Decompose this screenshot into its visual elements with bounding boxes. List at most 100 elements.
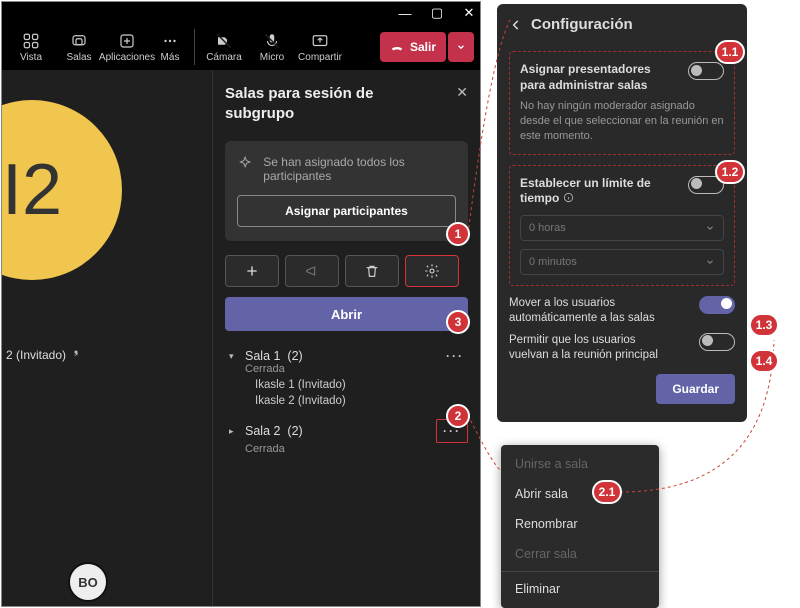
meeting-toolbar: Vista Salas Aplicaciones Más Cámara Micr…	[2, 24, 480, 70]
self-avatar[interactable]: BO	[68, 562, 108, 602]
mic-button[interactable]: Micro	[249, 25, 295, 69]
share-label: Compartir	[298, 52, 342, 63]
settings-header: Configuración	[509, 16, 735, 33]
panel-title: Salas para sesión de subgrupo	[225, 84, 425, 123]
participant-avatar: I2	[2, 100, 122, 280]
avatar-initials: I2	[2, 149, 62, 231]
close-window-button[interactable]: ✕	[460, 4, 478, 22]
room-more-button[interactable]: ···	[446, 349, 468, 363]
teams-window: — ▢ ✕ Vista Salas Aplicaciones Más Cámar…	[1, 1, 481, 607]
presenters-description: No hay ningún moderador asignado desde e…	[520, 99, 724, 144]
rooms-icon	[70, 32, 88, 50]
leave-group: Salir	[380, 32, 474, 62]
presenters-section: Asignar presentadores para administrar s…	[509, 51, 735, 155]
ctx-delete-room[interactable]: Eliminar	[501, 574, 659, 604]
callout-1-3: 1.3	[749, 313, 779, 337]
mic-label: Micro	[260, 52, 284, 63]
meeting-stage: I2 2 (Invitado) BO	[2, 70, 212, 606]
auto-move-label: Mover a los usuarios automáticamente a l…	[509, 296, 669, 327]
hangup-icon	[390, 40, 404, 54]
chevron-down-icon	[705, 223, 715, 233]
callout-1: 1	[446, 222, 470, 246]
more-label: Más	[161, 52, 180, 63]
view-button[interactable]: Vista	[8, 25, 54, 69]
share-button[interactable]: Compartir	[297, 25, 343, 69]
time-limit-label: Establecer un límite de tiempo	[520, 176, 670, 207]
self-avatar-initials: BO	[78, 575, 98, 590]
minutes-select[interactable]: 0 minutos	[520, 249, 724, 275]
room-name: Sala 1 (2)	[245, 349, 303, 363]
callout-1-4: 1.4	[749, 349, 779, 373]
close-panel-button[interactable]: ✕	[456, 84, 468, 101]
leave-label: Salir	[410, 40, 436, 54]
settings-title: Configuración	[531, 16, 633, 33]
apps-button[interactable]: Aplicaciones	[104, 25, 150, 69]
minutes-value: 0 minutos	[529, 256, 577, 268]
room-item[interactable]: ▾ Sala 1 (2) ··· Cerrada Ikasle 1 (Invit…	[225, 345, 468, 415]
hours-select[interactable]: 0 horas	[520, 215, 724, 241]
room-name: Sala 2 (2)	[245, 424, 303, 438]
rooms-toolbar	[225, 255, 468, 287]
minimize-button[interactable]: —	[396, 4, 414, 22]
auto-move-toggle[interactable]	[699, 296, 735, 314]
camera-off-icon	[215, 32, 233, 50]
allow-return-label: Permitir que los usuarios vuelvan a la r…	[509, 333, 669, 364]
callout-1-1: 1.1	[715, 40, 745, 64]
allow-return-row: Permitir que los usuarios vuelvan a la r…	[509, 333, 735, 364]
share-screen-icon	[311, 32, 329, 50]
open-rooms-button[interactable]: Abrir	[225, 297, 468, 331]
participant-name-text: 2 (Invitado)	[6, 348, 66, 362]
camera-button[interactable]: Cámara	[201, 25, 247, 69]
presenters-toggle[interactable]	[688, 62, 724, 80]
room-members: Ikasle 1 (Invitado) Ikasle 2 (Invitado)	[255, 379, 468, 407]
back-icon[interactable]	[509, 18, 523, 32]
titlebar: — ▢ ✕	[2, 2, 480, 24]
expand-icon[interactable]: ▸	[229, 426, 239, 437]
save-settings-button[interactable]: Guardar	[656, 374, 735, 404]
room-status: Cerrada	[245, 363, 468, 375]
time-limit-section: Establecer un límite de tiempo 0 horas 0…	[509, 165, 735, 286]
callout-2-1: 2.1	[592, 480, 622, 504]
ctx-close-room: Cerrar sala	[501, 539, 659, 569]
collapse-icon[interactable]: ▾	[229, 351, 239, 362]
ctx-rename-room[interactable]: Renombrar	[501, 509, 659, 539]
maximize-button[interactable]: ▢	[428, 4, 446, 22]
hours-value: 0 horas	[529, 222, 566, 234]
allow-return-toggle[interactable]	[699, 333, 735, 351]
auto-move-row: Mover a los usuarios automáticamente a l…	[509, 296, 735, 327]
assignment-info-text: Se han asignado todos los participantes	[263, 155, 456, 183]
room-item[interactable]: ▸ Sala 2 (2) ··· Cerrada	[225, 415, 468, 457]
add-room-button[interactable]	[225, 255, 279, 287]
presenters-label: Asignar presentadores para administrar s…	[520, 62, 670, 93]
chevron-down-icon	[456, 42, 466, 52]
info-icon	[563, 192, 574, 203]
rooms-button[interactable]: Salas	[56, 25, 102, 69]
gear-icon	[424, 263, 440, 279]
callout-3: 3	[446, 310, 470, 334]
megaphone-icon	[304, 263, 320, 279]
separator	[194, 29, 195, 65]
room-status: Cerrada	[245, 443, 468, 455]
room-context-menu: Unirse a sala Abrir sala Renombrar Cerra…	[501, 445, 659, 608]
assign-participants-button[interactable]: Asignar participantes	[237, 195, 456, 227]
camera-label: Cámara	[206, 52, 242, 63]
ctx-join-room: Unirse a sala	[501, 449, 659, 479]
leave-menu-button[interactable]	[448, 32, 474, 62]
separator	[501, 571, 659, 572]
view-label: Vista	[20, 52, 42, 63]
rooms-settings-panel: Configuración Asignar presentadores para…	[497, 4, 747, 422]
rooms-list: ▾ Sala 1 (2) ··· Cerrada Ikasle 1 (Invit…	[225, 345, 468, 457]
assignment-info: Se han asignado todos los participantes …	[225, 141, 468, 241]
participant-name: 2 (Invitado)	[6, 348, 82, 362]
sparkle-icon	[237, 155, 253, 173]
callout-2: 2	[446, 404, 470, 428]
dots-icon	[161, 32, 179, 50]
rooms-settings-button[interactable]	[405, 255, 459, 287]
delete-room-button[interactable]	[345, 255, 399, 287]
more-button[interactable]: Más	[152, 25, 188, 69]
room-member: Ikasle 1 (Invitado)	[255, 379, 468, 391]
ctx-open-room[interactable]: Abrir sala	[501, 479, 659, 509]
chevron-down-icon	[705, 257, 715, 267]
announce-button[interactable]	[285, 255, 339, 287]
leave-button[interactable]: Salir	[380, 32, 446, 62]
